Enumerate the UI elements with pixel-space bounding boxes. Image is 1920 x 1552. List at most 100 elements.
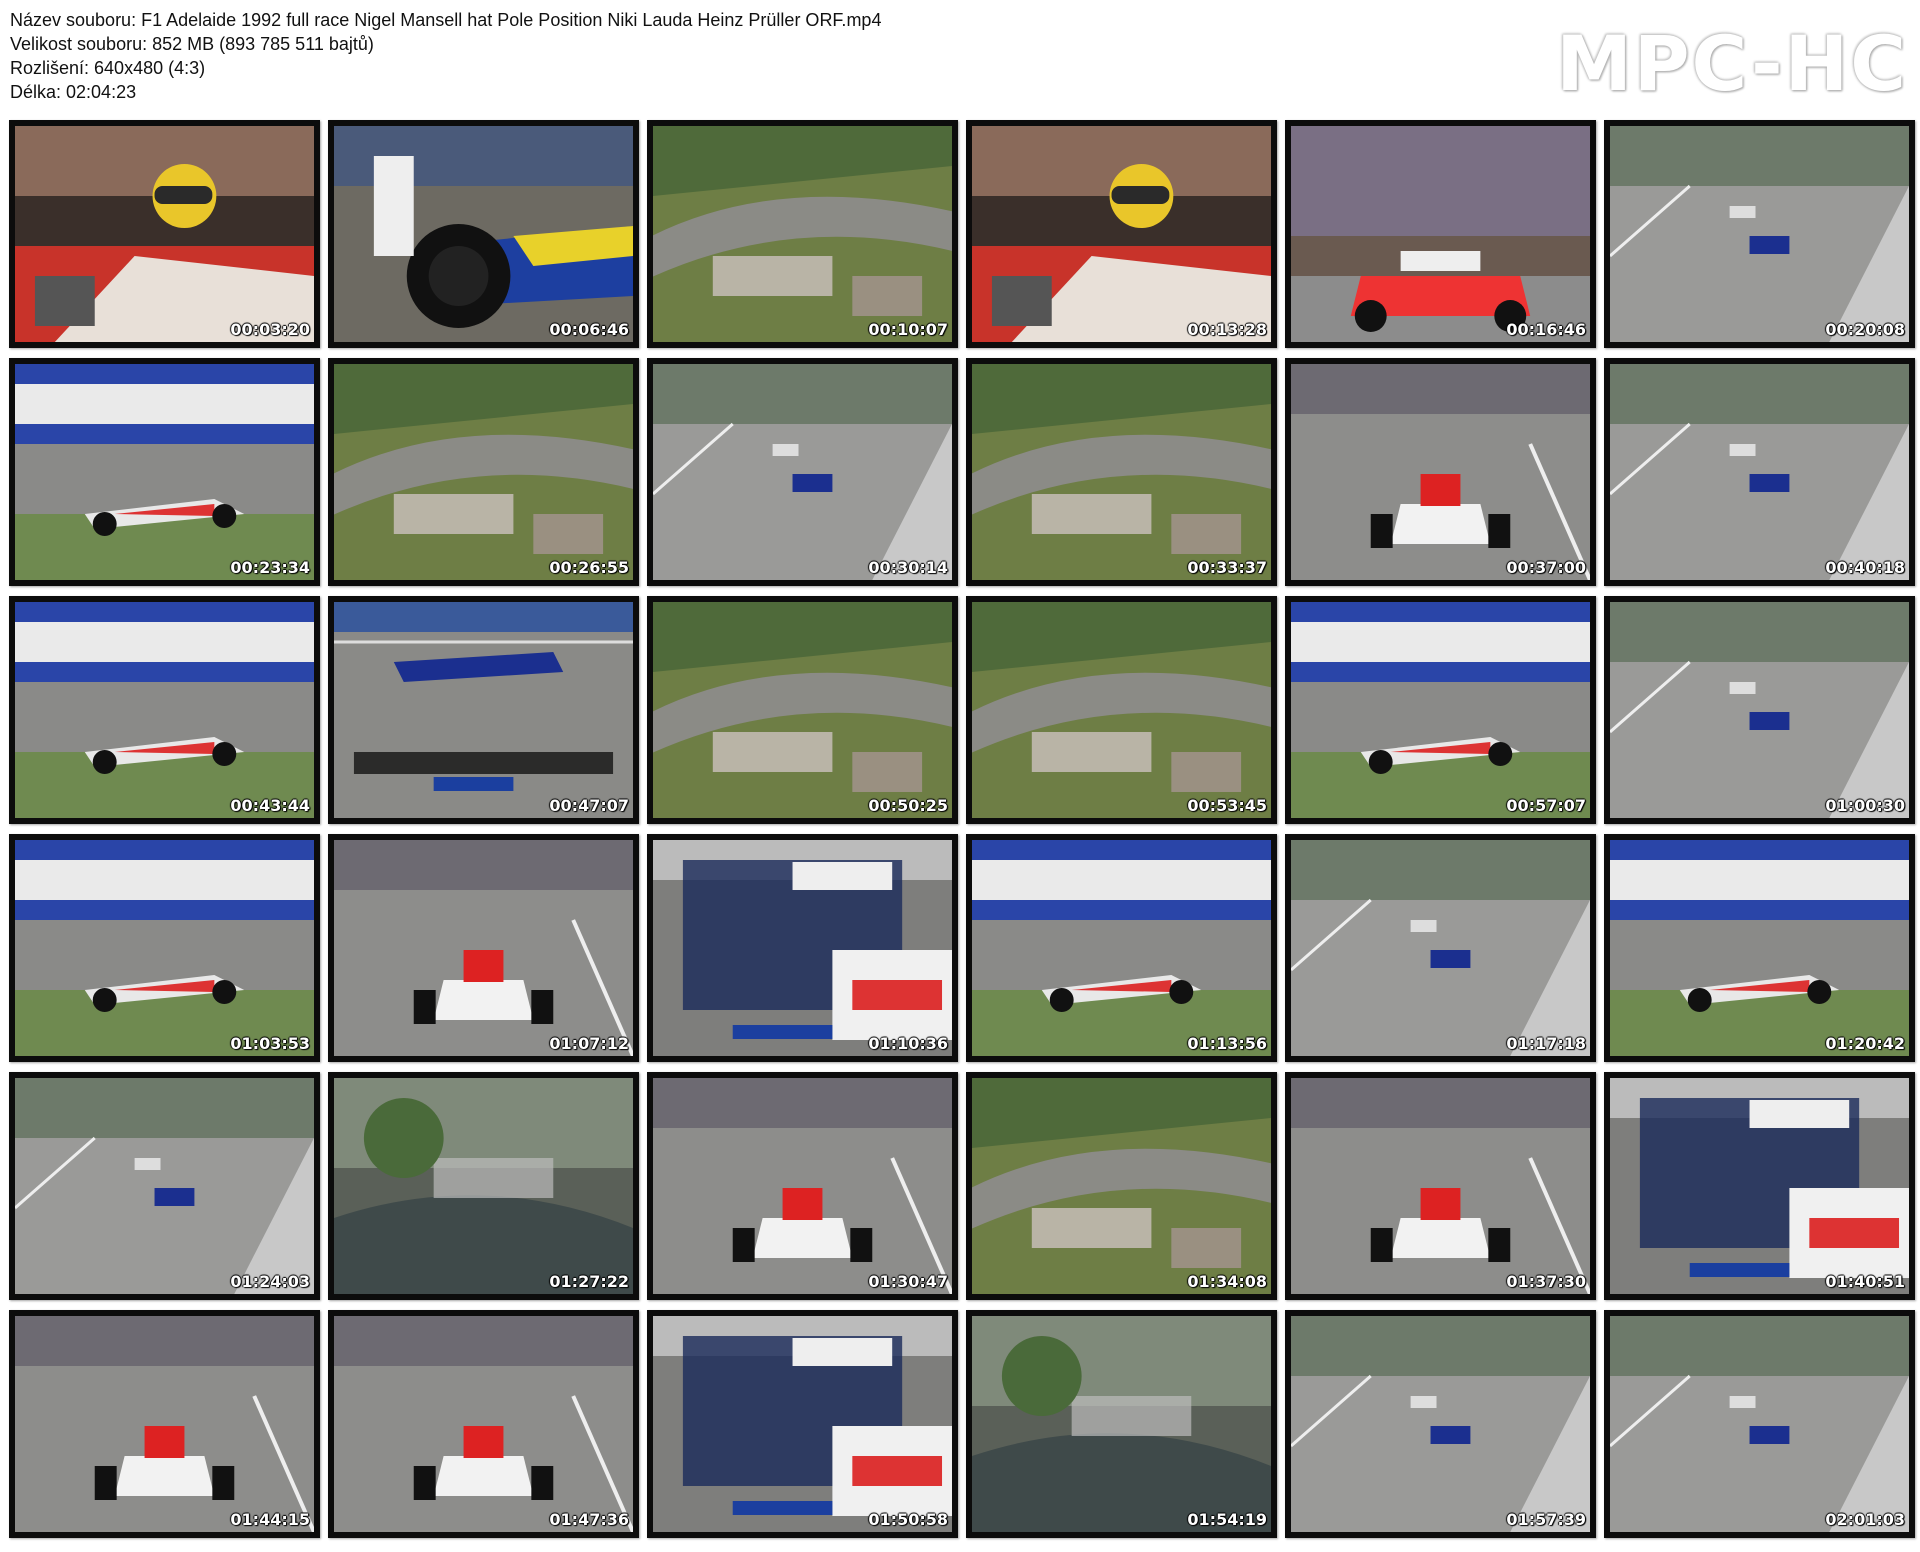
video-frame: 00:47:07 [334, 602, 633, 818]
video-frame: 01:34:08 [972, 1078, 1271, 1294]
thumbnail-10[interactable]: 00:33:37 [966, 358, 1277, 586]
video-frame: 00:57:07 [1291, 602, 1590, 818]
video-frame: 01:57:39 [1291, 1316, 1590, 1532]
thumbnail-28[interactable]: 01:34:08 [966, 1072, 1277, 1300]
frame-image [334, 1316, 633, 1532]
frame-image [1291, 840, 1590, 1056]
timestamp: 01:40:51 [1825, 1272, 1905, 1291]
thumbnail-36[interactable]: 02:01:03 [1604, 1310, 1915, 1538]
thumbnail-grid: 00:03:20 00:06:46 00:10:07 00:13:28 00:1… [9, 120, 1915, 1538]
thumbnail-5[interactable]: 00:16:46 [1285, 120, 1596, 348]
thumbnail-17[interactable]: 00:57:07 [1285, 596, 1596, 824]
timestamp: 00:30:14 [868, 558, 948, 577]
timestamp: 01:13:56 [1187, 1034, 1267, 1053]
timestamp: 00:06:46 [549, 320, 629, 339]
timestamp: 00:10:07 [868, 320, 948, 339]
video-frame: 01:00:30 [1610, 602, 1909, 818]
video-frame: 01:13:56 [972, 840, 1271, 1056]
thumbnail-4[interactable]: 00:13:28 [966, 120, 1277, 348]
thumbnail-26[interactable]: 01:27:22 [328, 1072, 639, 1300]
thumbnail-32[interactable]: 01:47:36 [328, 1310, 639, 1538]
thumbnail-21[interactable]: 01:10:36 [647, 834, 958, 1062]
frame-image [1291, 1316, 1590, 1532]
file-size-line: Velikost souboru: 852 MB (893 785 511 ba… [10, 34, 374, 54]
video-frame: 01:37:30 [1291, 1078, 1590, 1294]
thumbnail-23[interactable]: 01:17:18 [1285, 834, 1596, 1062]
thumbnail-19[interactable]: 01:03:53 [9, 834, 320, 1062]
timestamp: 00:33:37 [1187, 558, 1267, 577]
frame-image [653, 840, 952, 1056]
frame-image [653, 126, 952, 342]
resolution-line: Rozlišení: 640x480 (4:3) [10, 58, 206, 78]
thumbnail-31[interactable]: 01:44:15 [9, 1310, 320, 1538]
video-frame: 01:27:22 [334, 1078, 633, 1294]
thumbnail-7[interactable]: 00:23:34 [9, 358, 320, 586]
thumbnail-22[interactable]: 01:13:56 [966, 834, 1277, 1062]
thumbnail-15[interactable]: 00:50:25 [647, 596, 958, 824]
video-frame: 01:44:15 [15, 1316, 314, 1532]
thumbnail-18[interactable]: 01:00:30 [1604, 596, 1915, 824]
timestamp: 00:40:18 [1825, 558, 1905, 577]
frame-image [1610, 1078, 1909, 1294]
timestamp: 00:53:45 [1187, 796, 1267, 815]
thumbnail-20[interactable]: 01:07:12 [328, 834, 639, 1062]
thumbnail-25[interactable]: 01:24:03 [9, 1072, 320, 1300]
video-frame: 00:40:18 [1610, 364, 1909, 580]
timestamp: 00:23:34 [230, 558, 310, 577]
thumbnail-11[interactable]: 00:37:00 [1285, 358, 1596, 586]
frame-image [972, 1078, 1271, 1294]
frame-image [972, 126, 1271, 342]
timestamp: 00:50:25 [868, 796, 948, 815]
thumbnail-3[interactable]: 00:10:07 [647, 120, 958, 348]
timestamp: 00:47:07 [549, 796, 629, 815]
video-frame: 00:50:25 [653, 602, 952, 818]
frame-image [972, 840, 1271, 1056]
mpc-hc-logo: MPC-HC [1556, 19, 1908, 108]
frame-image [15, 602, 314, 818]
thumbnail-35[interactable]: 01:57:39 [1285, 1310, 1596, 1538]
video-frame: 00:06:46 [334, 126, 633, 342]
thumbnail-16[interactable]: 00:53:45 [966, 596, 1277, 824]
thumbnail-12[interactable]: 00:40:18 [1604, 358, 1915, 586]
timestamp: 01:00:30 [1825, 796, 1905, 815]
video-frame: 01:20:42 [1610, 840, 1909, 1056]
thumbnail-30[interactable]: 01:40:51 [1604, 1072, 1915, 1300]
frame-image [334, 602, 633, 818]
thumbnail-8[interactable]: 00:26:55 [328, 358, 639, 586]
timestamp: 01:30:47 [868, 1272, 948, 1291]
frame-image [15, 1316, 314, 1532]
thumbnail-1[interactable]: 00:03:20 [9, 120, 320, 348]
video-frame: 01:30:47 [653, 1078, 952, 1294]
duration-line: Délka: 02:04:23 [10, 82, 137, 102]
thumbnail-13[interactable]: 00:43:44 [9, 596, 320, 824]
thumbnail-29[interactable]: 01:37:30 [1285, 1072, 1596, 1300]
video-frame: 00:03:20 [15, 126, 314, 342]
thumbnail-27[interactable]: 01:30:47 [647, 1072, 958, 1300]
frame-image [15, 840, 314, 1056]
video-frame: 00:53:45 [972, 602, 1271, 818]
frame-image [972, 1316, 1271, 1532]
video-frame: 01:10:36 [653, 840, 952, 1056]
thumbnail-34[interactable]: 01:54:19 [966, 1310, 1277, 1538]
video-frame: 00:13:28 [972, 126, 1271, 342]
frame-image [15, 126, 314, 342]
thumbnail-2[interactable]: 00:06:46 [328, 120, 639, 348]
thumbnail-6[interactable]: 00:20:08 [1604, 120, 1915, 348]
frame-image [1291, 602, 1590, 818]
thumbnail-9[interactable]: 00:30:14 [647, 358, 958, 586]
thumbnail-33[interactable]: 01:50:58 [647, 1310, 958, 1538]
timestamp: 01:37:30 [1506, 1272, 1586, 1291]
video-frame: 00:33:37 [972, 364, 1271, 580]
thumbnail-24[interactable]: 01:20:42 [1604, 834, 1915, 1062]
frame-image [653, 602, 952, 818]
timestamp: 02:01:03 [1825, 1510, 1905, 1529]
timestamp: 00:16:46 [1506, 320, 1586, 339]
video-frame: 00:23:34 [15, 364, 314, 580]
video-frame: 01:07:12 [334, 840, 633, 1056]
video-frame: 01:03:53 [15, 840, 314, 1056]
timestamp: 01:24:03 [230, 1272, 310, 1291]
frame-image [653, 1078, 952, 1294]
timestamp: 01:27:22 [549, 1272, 629, 1291]
thumbnail-14[interactable]: 00:47:07 [328, 596, 639, 824]
timestamp: 01:57:39 [1506, 1510, 1586, 1529]
